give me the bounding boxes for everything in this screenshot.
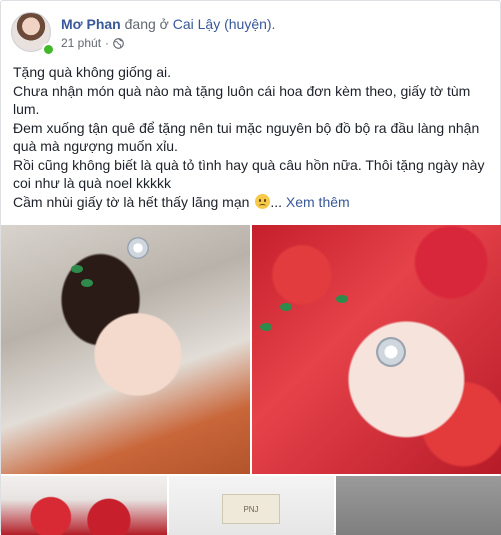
meta-separator: · [105, 36, 110, 50]
post-text: Tặng quà không giống ai. Chưa nhận món q… [13, 63, 489, 211]
post-meta: 21 phút · [61, 36, 124, 50]
post-line: Tặng quà không giống ai. [13, 64, 172, 80]
box-logo: PNJ [222, 494, 280, 524]
nail-detail [260, 323, 272, 331]
post-line-last: Cầm nhùi giấy tờ là hết thấy lãng mạn ..… [13, 193, 489, 212]
photo-more[interactable] [336, 476, 501, 535]
feed-post: Mơ Phan đang ở Cai Lậy (huyện). 21 phút … [0, 0, 501, 535]
nail-detail [336, 295, 348, 303]
checkin-text: đang ở [124, 16, 169, 32]
photo-hand-roses[interactable] [252, 225, 501, 474]
place-link[interactable]: Cai Lậy (huyện). [173, 16, 276, 32]
post-line: Cầm nhùi giấy tờ là hết thấy lãng mạn [13, 193, 250, 210]
nail-detail [81, 279, 93, 287]
post-timestamp[interactable]: 21 phút [61, 36, 101, 50]
nail-detail [280, 303, 292, 311]
ring-detail [376, 337, 406, 367]
post-header: Mơ Phan đang ở Cai Lậy (huyện). 21 phút … [11, 12, 491, 56]
post-line: Đem xuống tận quê để tặng nên tui mặc ng… [13, 119, 480, 155]
author-line: Mơ Phan đang ở Cai Lậy (huyện). [61, 16, 275, 32]
ring-detail [127, 237, 149, 259]
online-status-icon [42, 43, 55, 56]
author-name-link[interactable]: Mơ Phan [61, 16, 121, 32]
post-line: Chưa nhận món quà nào mà tặng luôn cái h… [13, 82, 471, 118]
photo-bouquet[interactable] [1, 476, 167, 535]
disappointed-emoji-icon [255, 193, 271, 209]
nail-detail [71, 265, 83, 273]
ellipsis: ... [270, 193, 282, 210]
globe-icon[interactable] [113, 37, 124, 49]
post-line: Rồi cũng không biết là quà tỏ tình hay q… [13, 156, 485, 192]
see-more-link[interactable]: Xem thêm [286, 194, 350, 210]
photo-gift-box[interactable]: PNJ [169, 476, 334, 535]
photo-selfie[interactable] [1, 225, 250, 474]
